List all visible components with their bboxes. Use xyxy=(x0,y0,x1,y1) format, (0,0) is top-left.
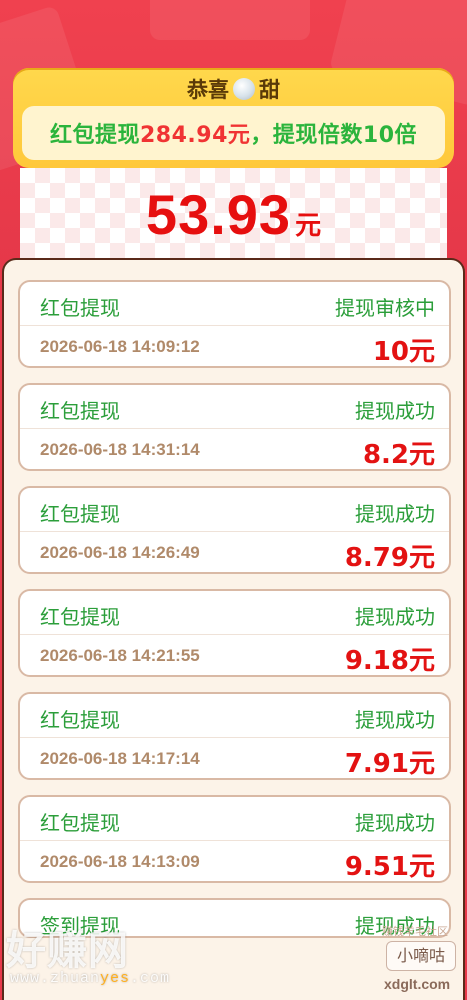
record-time: 2026-06-18 14:17:14 xyxy=(40,749,200,768)
record-time: 2026-06-18 14:26:49 xyxy=(40,543,200,562)
record-item[interactable]: 红包提现 提现成功 2026-06-18 14:26:49 8.79元 xyxy=(18,486,451,574)
watermark-community-text: 赚钱羊毛社区 xyxy=(382,925,448,938)
record-item[interactable]: 红包提现 提现成功 2026-06-18 14:21:55 9.18元 xyxy=(18,589,451,677)
record-title: 红包提现 xyxy=(40,399,120,423)
record-item[interactable]: 红包提现 提现成功 2026-06-18 14:13:09 9.51元 xyxy=(18,795,451,883)
withdraw-record-list[interactable]: 红包提现 提现审核中 2026-06-18 14:09:12 10元 红包提现 … xyxy=(2,258,465,1000)
balance-area: 53.93 元 xyxy=(20,168,447,264)
record-item[interactable]: 红包提现 提现成功 2026-06-18 14:31:14 8.2元 xyxy=(18,383,451,471)
record-status: 提现审核中 xyxy=(335,296,435,320)
record-time: 2026-06-18 14:21:55 xyxy=(40,646,200,665)
banner-amount: 284.94元 xyxy=(139,123,251,148)
record-item[interactable]: 红包提现 提现审核中 2026-06-18 14:09:12 10元 xyxy=(18,280,451,368)
balance-value: 53.93 xyxy=(145,183,292,246)
record-amount: 9.18元 xyxy=(344,646,435,676)
record-status: 提现成功 xyxy=(355,399,435,423)
record-amount: 9.51元 xyxy=(344,852,435,882)
banner-suffix: ，提现倍数10倍 xyxy=(250,123,418,148)
user-name: 甜 xyxy=(259,78,280,102)
record-title: 红包提现 xyxy=(40,296,120,320)
congrats-line: 恭喜 甜 xyxy=(13,74,454,104)
record-title: 红包提现 xyxy=(40,708,120,732)
record-time: 2026-06-18 14:31:14 xyxy=(40,440,200,459)
record-amount: 7.91元 xyxy=(344,749,435,779)
watermark-logo: 好赚网 xyxy=(6,928,129,974)
record-status: 提现成功 xyxy=(355,811,435,835)
record-time: 2026-06-18 14:09:12 xyxy=(40,337,200,356)
record-amount: 8.2元 xyxy=(362,440,435,470)
record-amount: 10元 xyxy=(372,337,435,367)
record-title: 红包提现 xyxy=(40,605,120,629)
banner-prefix: 红包提现 xyxy=(49,123,140,148)
record-status: 提现成功 xyxy=(355,708,435,732)
watermark-badge: 小嘀咕 xyxy=(386,941,456,971)
withdraw-summary-banner: 红包提现 284.94元 ，提现倍数10倍 xyxy=(22,106,445,160)
congrats-card: 恭喜 甜 红包提现 284.94元 ，提现倍数10倍 xyxy=(13,68,454,168)
record-item[interactable]: 红包提现 提现成功 2026-06-18 14:17:14 7.91元 xyxy=(18,692,451,780)
record-title: 红包提现 xyxy=(40,502,120,526)
record-title: 红包提现 xyxy=(40,811,120,835)
balance-amount: 53.93 元 xyxy=(20,182,447,247)
record-amount: 8.79元 xyxy=(344,543,435,573)
user-avatar xyxy=(233,78,255,100)
record-status: 提现成功 xyxy=(355,605,435,629)
watermark-url: www.zhuanyes.com xyxy=(10,970,171,987)
balance-unit: 元 xyxy=(295,211,322,241)
watermark-site: xdglt.com xyxy=(384,976,451,992)
record-status: 提现成功 xyxy=(355,502,435,526)
record-time: 2026-06-18 14:13:09 xyxy=(40,852,200,871)
congrats-text: 恭喜 xyxy=(187,78,229,102)
